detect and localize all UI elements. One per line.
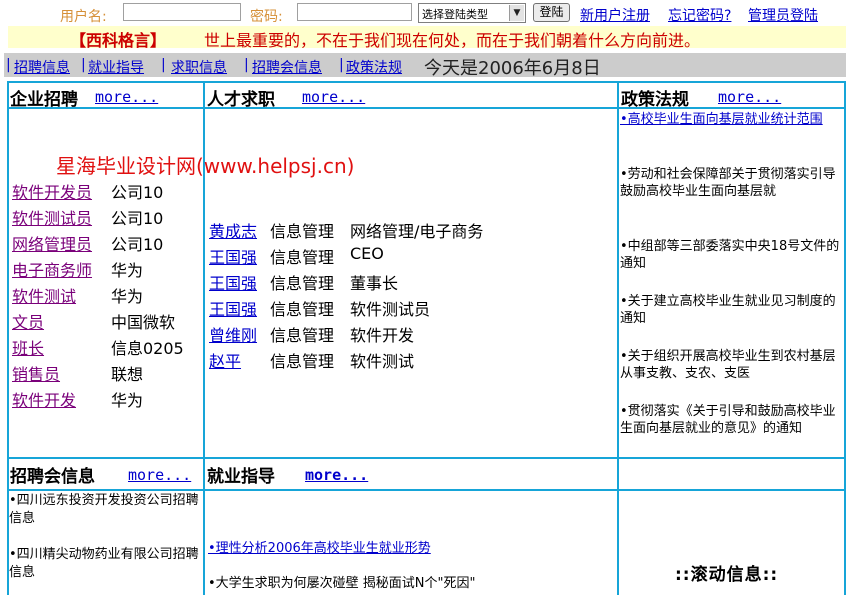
talent-major: 信息管理 [270, 222, 335, 241]
motto-text: 世上最重要的，不在于我们现在何处，而在于我们朝着什么方向前进。 [204, 31, 701, 50]
job-company: 华为 [111, 287, 144, 306]
talent-position: 软件开发 [350, 326, 415, 345]
policy-item[interactable]: •中组部等三部委落实中央18号文件的通知 [620, 238, 846, 272]
job-title-link[interactable]: 销售员 [12, 361, 60, 385]
guide-title: 就业指导 [207, 467, 275, 487]
talent-name-link[interactable]: 王国强 [209, 270, 257, 294]
policy-title: 政策法规 [621, 90, 689, 110]
nav-item-seeking[interactable]: 求职信息 [171, 57, 227, 77]
admin-login-link[interactable]: 管理员登陆 [748, 5, 818, 25]
job-company: 华为 [111, 261, 144, 280]
job-title-link[interactable]: 软件开发员 [12, 179, 92, 203]
talent-name-link[interactable]: 赵平 [209, 348, 241, 372]
talent-position: 网络管理/电子商务 [350, 222, 484, 241]
job-title-link[interactable]: 软件开发 [12, 387, 76, 411]
policy-item[interactable]: •关于组织开展高校毕业生到农村基层从事支教、支农、支医 [620, 348, 846, 382]
nav-separator: | [244, 57, 249, 73]
jobs-more-link[interactable]: more... [95, 88, 158, 106]
username-input[interactable] [123, 3, 241, 21]
policy-item-link[interactable]: •高校毕业生面向基层就业统计范围 [620, 111, 846, 128]
password-label: 密码: [250, 9, 283, 25]
talent-major: 信息管理 [270, 248, 335, 267]
guide-item[interactable]: •大学生求职为何屡次碰壁 揭秘面试N个"死因" [208, 572, 475, 591]
motto-banner: 【西科格言】 世上最重要的，不在于我们现在何处，而在于我们朝着什么方向前进。 [8, 26, 846, 50]
grid-line [617, 81, 619, 595]
grid-line [7, 457, 846, 459]
username-label: 用户名: [60, 9, 107, 25]
talent-position: 董事长 [350, 274, 399, 293]
nav-separator: | [339, 57, 344, 73]
job-title-link[interactable]: 网络管理员 [12, 231, 92, 255]
job-title-link[interactable]: 文员 [12, 309, 44, 333]
main-nav: | 招聘信息 | 就业指导 | 求职信息 | 招聘会信息 | 政策法规 今天是2… [4, 53, 846, 79]
talent-major: 信息管理 [270, 352, 335, 371]
scroll-info-title: ::滚动信息:: [675, 565, 779, 585]
job-title-link[interactable]: 软件测试 [12, 283, 76, 307]
site-watermark: 星海毕业设计网(www.helpsj.cn) [56, 154, 355, 178]
jobs-title: 企业招聘 [10, 90, 78, 110]
grid-line [844, 81, 846, 595]
job-company: 联想 [111, 365, 144, 384]
motto-title: 【西科格言】 [70, 31, 167, 50]
nav-separator: | [81, 57, 86, 73]
talent-position: 软件测试员 [350, 300, 431, 319]
policy-item[interactable]: •关于建立高校毕业生就业见习制度的通知 [620, 293, 846, 327]
job-company: 公司10 [111, 209, 164, 228]
talent-name-link[interactable]: 黄成志 [209, 218, 257, 242]
guide-item-link[interactable]: •理性分析2006年高校毕业生就业形势 [208, 537, 431, 556]
forgot-password-link[interactable]: 忘记密码? [668, 5, 731, 25]
grid-line [7, 107, 846, 109]
talent-more-link[interactable]: more... [302, 88, 365, 106]
nav-item-fairs[interactable]: 招聘会信息 [252, 57, 322, 77]
grid-line [7, 489, 846, 491]
nav-separator: | [6, 57, 11, 73]
login-type-select[interactable]: 选择登陆类型 ▼ [418, 3, 526, 23]
fair-item[interactable]: •四川精尖动物药业有限公司招聘信息 [9, 546, 204, 582]
job-company: 公司10 [111, 235, 164, 254]
nav-separator: | [161, 57, 166, 73]
policy-item[interactable]: •贯彻落实《关于引导和鼓励高校毕业生面向基层就业的意见》的通知 [620, 403, 846, 437]
talent-major: 信息管理 [270, 326, 335, 345]
job-company: 中国微软 [111, 313, 176, 332]
job-company: 信息0205 [111, 339, 184, 358]
talent-position: CEO [350, 244, 384, 263]
talent-major: 信息管理 [270, 274, 335, 293]
guide-more-link[interactable]: more... [305, 466, 368, 484]
talent-name-link[interactable]: 王国强 [209, 296, 257, 320]
fair-title: 招聘会信息 [10, 467, 95, 487]
chevron-down-icon: ▼ [509, 5, 524, 21]
password-input[interactable] [297, 3, 412, 21]
job-company: 华为 [111, 391, 144, 410]
policy-item[interactable]: •劳动和社会保障部关于贯彻落实引导鼓励高校毕业生面向基层就 [620, 166, 846, 200]
policy-more-link[interactable]: more... [718, 88, 781, 106]
login-type-value: 选择登陆类型 [422, 8, 488, 21]
talent-name-link[interactable]: 王国强 [209, 244, 257, 268]
fair-item[interactable]: •四川远东投资开发投资公司招聘信息 [9, 492, 204, 528]
login-bar: 用户名: 密码: 选择登陆类型 ▼ 登陆 新用户注册 忘记密码? 管理员登陆 [0, 0, 850, 26]
talent-major: 信息管理 [270, 300, 335, 319]
login-button[interactable]: 登陆 [533, 3, 570, 22]
current-date: 今天是2006年6月8日 [424, 58, 601, 79]
job-title-link[interactable]: 电子商务师 [12, 257, 92, 281]
job-title-link[interactable]: 软件测试员 [12, 205, 92, 229]
job-title-link[interactable]: 班长 [12, 335, 44, 359]
nav-item-guide[interactable]: 就业指导 [88, 57, 144, 77]
talent-name-link[interactable]: 曾维刚 [209, 322, 257, 346]
talent-title: 人才求职 [207, 90, 275, 110]
talent-position: 软件测试 [350, 352, 415, 371]
nav-item-jobs[interactable]: 招聘信息 [14, 57, 70, 77]
register-link[interactable]: 新用户注册 [580, 5, 650, 25]
fair-more-link[interactable]: more... [128, 466, 191, 484]
job-company: 公司10 [111, 183, 164, 202]
nav-item-policy[interactable]: 政策法规 [346, 57, 402, 77]
